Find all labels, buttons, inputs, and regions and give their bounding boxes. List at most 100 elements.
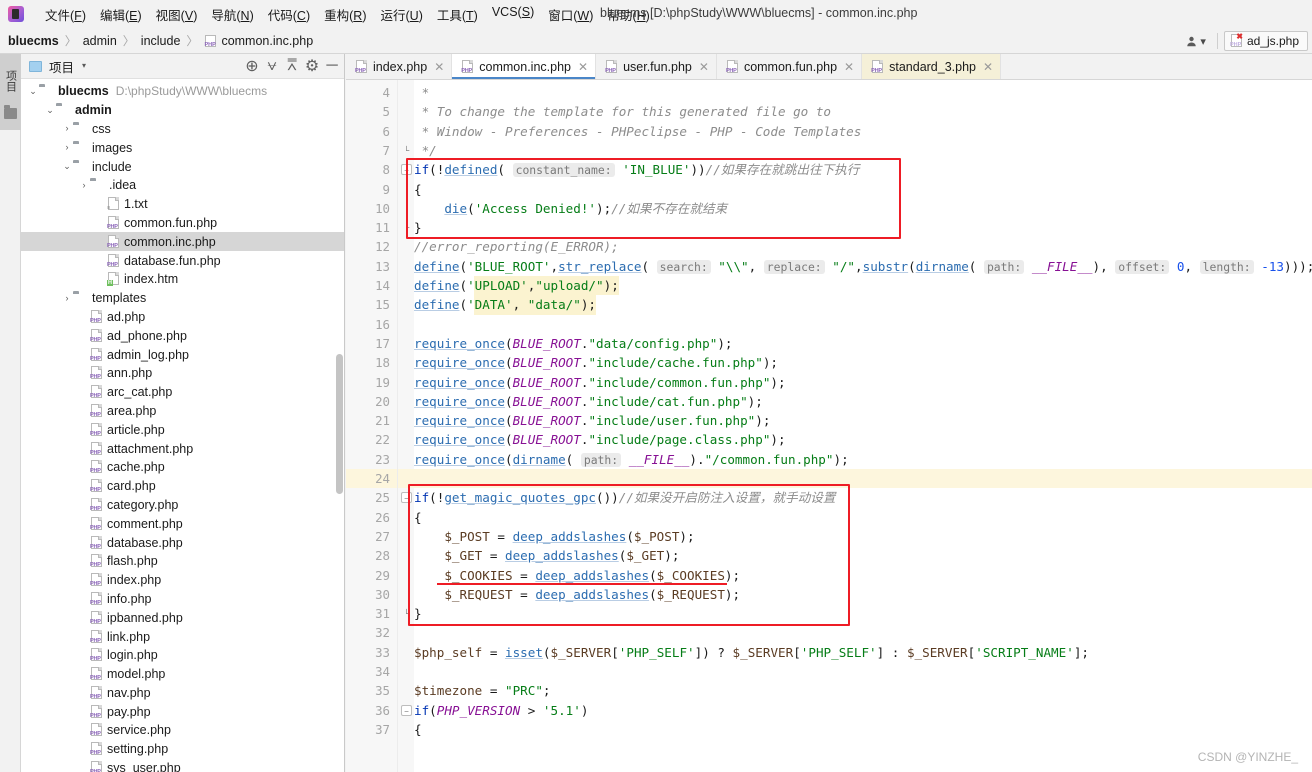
tree-row[interactable]: PHP pay.php: [21, 702, 344, 721]
tree-row[interactable]: PHP login.php: [21, 646, 344, 665]
tree-row[interactable]: PHP article.php: [21, 420, 344, 439]
tree-scrollbar-thumb[interactable]: [336, 354, 343, 494]
tree-row[interactable]: PHP arc_cat.php: [21, 383, 344, 402]
close-icon[interactable]: ✕: [434, 60, 444, 74]
tree-row[interactable]: PHP info.php: [21, 590, 344, 609]
tree-twisty[interactable]: ⌄: [44, 105, 56, 115]
tree-row[interactable]: PHP setting.php: [21, 740, 344, 759]
tree-twisty[interactable]: ›: [61, 124, 73, 133]
tree-row[interactable]: PHP nav.php: [21, 684, 344, 703]
line-number: 11: [375, 220, 390, 236]
tree-row[interactable]: PHP ad.php: [21, 308, 344, 327]
tree-row[interactable]: ⌄ bluecms D:\phpStudy\WWW\bluecms: [21, 82, 344, 101]
fold-end-marker[interactable]: └: [401, 222, 412, 233]
tree-row[interactable]: PHP model.php: [21, 665, 344, 684]
tree-row[interactable]: PHP link.php: [21, 627, 344, 646]
menu-item-2[interactable]: 视图(V): [149, 3, 205, 26]
tree-row[interactable]: PHP category.php: [21, 496, 344, 515]
tree-twisty[interactable]: ›: [78, 180, 90, 190]
php-file-icon: PHP: [107, 234, 120, 249]
php-file-icon: PHP: [90, 573, 103, 587]
fold-column[interactable]: └ − └ − └ −: [398, 80, 414, 772]
tree-row[interactable]: PHP common.inc.php: [21, 232, 344, 252]
tree-row[interactable]: › .idea: [21, 176, 344, 195]
tree-row[interactable]: PHP card.php: [21, 477, 344, 496]
fold-collapse-icon[interactable]: −: [401, 704, 412, 716]
tree-twisty[interactable]: ›: [61, 293, 73, 303]
tree-row[interactable]: PHP service.php: [21, 721, 344, 740]
folder-icon[interactable]: [4, 105, 17, 119]
editor-tab-user-fun-php[interactable]: PHP user.fun.php ✕: [596, 54, 717, 79]
editor-tab-common-fun-php[interactable]: PHP common.fun.php ✕: [716, 54, 863, 79]
tree-row[interactable]: PHP attachment.php: [21, 439, 344, 458]
php-file-icon: PHP: [90, 648, 103, 662]
pinned-tab-ad-js[interactable]: ✖ PHP ad_js.php: [1223, 31, 1308, 51]
tree-row[interactable]: PHP ipbanned.php: [21, 608, 344, 627]
breadcrumb-item-1[interactable]: admin: [83, 34, 117, 48]
close-icon[interactable]: ✕: [983, 60, 993, 74]
tree-row[interactable]: › templates: [21, 289, 344, 308]
menu-item-4[interactable]: 代码(C): [261, 3, 317, 26]
tree-row[interactable]: PHP ann.php: [21, 364, 344, 383]
tree-row[interactable]: PHP cache.php: [21, 458, 344, 477]
tree-row[interactable]: PHP flash.php: [21, 552, 344, 571]
menu-item-7[interactable]: 工具(T): [430, 3, 485, 26]
line-number: 18: [375, 355, 390, 371]
tree-row[interactable]: ⌄ include: [21, 157, 344, 176]
tree-twisty[interactable]: ›: [61, 143, 73, 152]
code-content[interactable]: * * To change the template for this gene…: [414, 80, 1312, 772]
menu-item-6[interactable]: 运行(U): [373, 3, 429, 26]
tree-row[interactable]: PHP database.php: [21, 533, 344, 552]
tree-row[interactable]: PHP database.fun.php: [21, 251, 344, 270]
editor-tab-standard_3-php[interactable]: PHP standard_3.php ✕: [862, 54, 1002, 79]
fold-collapse-icon[interactable]: −: [401, 164, 412, 176]
collapse-all-icon[interactable]: ⩞: [284, 57, 300, 74]
tree-row[interactable]: PHP area.php: [21, 402, 344, 421]
breadcrumb-file[interactable]: PHP common.inc.php: [204, 34, 313, 48]
menu-item-3[interactable]: 导航(N): [204, 3, 260, 26]
code-line: $_REQUEST = deep_addslashes($_REQUEST);: [444, 586, 741, 602]
close-icon[interactable]: ✕: [844, 60, 854, 74]
tree-row[interactable]: ⌄ admin: [21, 101, 344, 120]
minimize-icon[interactable]: ─: [324, 57, 340, 74]
menu-item-0[interactable]: 文件(F): [38, 3, 93, 26]
fold-end-marker[interactable]: └: [401, 145, 412, 156]
tree-row-label: common.inc.php: [124, 234, 216, 249]
breadcrumb-item-0[interactable]: bluecms: [8, 34, 59, 48]
tree-row[interactable]: PHP common.fun.php: [21, 214, 344, 233]
tree-row[interactable]: PHP index.php: [21, 571, 344, 590]
editor-tab-common-inc-php[interactable]: PHP common.inc.php ✕: [452, 54, 597, 79]
code-editor[interactable]: 4 5 6 7 8 9 10 11 12 13 14 15 16 17 18 19 20 21 22 23 24 25 26…: [346, 80, 1312, 772]
settings-gear-icon[interactable]: ⚙: [304, 58, 320, 75]
close-icon[interactable]: ✕: [578, 60, 588, 74]
menu-items: 文件(F) 编辑(E) 视图(V) 导航(N) 代码(C) 重构(R) 运行(U) 工具(T)…: [38, 3, 657, 26]
expand-all-icon[interactable]: ⩝: [264, 57, 280, 74]
menu-item-5[interactable]: 重构(R): [317, 3, 373, 26]
line-number: 33: [375, 644, 390, 660]
editor-tab-index-php[interactable]: PHP index.php ✕: [346, 54, 453, 79]
tree-row[interactable]: PHP admin_log.php: [21, 345, 344, 364]
line-number: 4: [382, 85, 390, 100]
tree-row[interactable]: › images: [21, 138, 344, 157]
fold-end-marker[interactable]: └: [401, 608, 412, 619]
fold-collapse-icon[interactable]: −: [401, 492, 412, 504]
chevron-down-icon[interactable]: ▾: [82, 62, 86, 70]
project-file-tree[interactable]: ⌄ bluecms D:\phpStudy\WWW\bluecms ⌄ admin › cs…: [21, 79, 344, 772]
tree-row[interactable]: PHP sys_user.php: [21, 759, 344, 772]
tree-row[interactable]: PHP ad_phone.php: [21, 326, 344, 345]
breadcrumb-item-2[interactable]: include: [141, 34, 181, 48]
tree-twisty[interactable]: ⌄: [27, 86, 39, 96]
tool-strip-project-button[interactable]: 项目: [0, 56, 21, 106]
user-menu-button[interactable]: ▾: [1181, 33, 1211, 50]
php-file-icon: PHP: [107, 215, 120, 230]
tree-row[interactable]: Hindex.htm: [21, 270, 344, 289]
locate-icon[interactable]: ⊕: [244, 58, 260, 75]
tree-twisty[interactable]: ⌄: [61, 162, 73, 171]
menu-item-1[interactable]: 编辑(E): [93, 3, 149, 26]
menu-item-8[interactable]: VCS(S): [485, 3, 541, 26]
close-icon[interactable]: ✕: [699, 60, 709, 74]
menu-item-9[interactable]: 窗口(W): [541, 3, 600, 26]
tree-row[interactable]: ≡ 1.txt: [21, 195, 344, 214]
tree-row[interactable]: PHP comment.php: [21, 514, 344, 533]
tree-row[interactable]: › css: [21, 120, 344, 139]
